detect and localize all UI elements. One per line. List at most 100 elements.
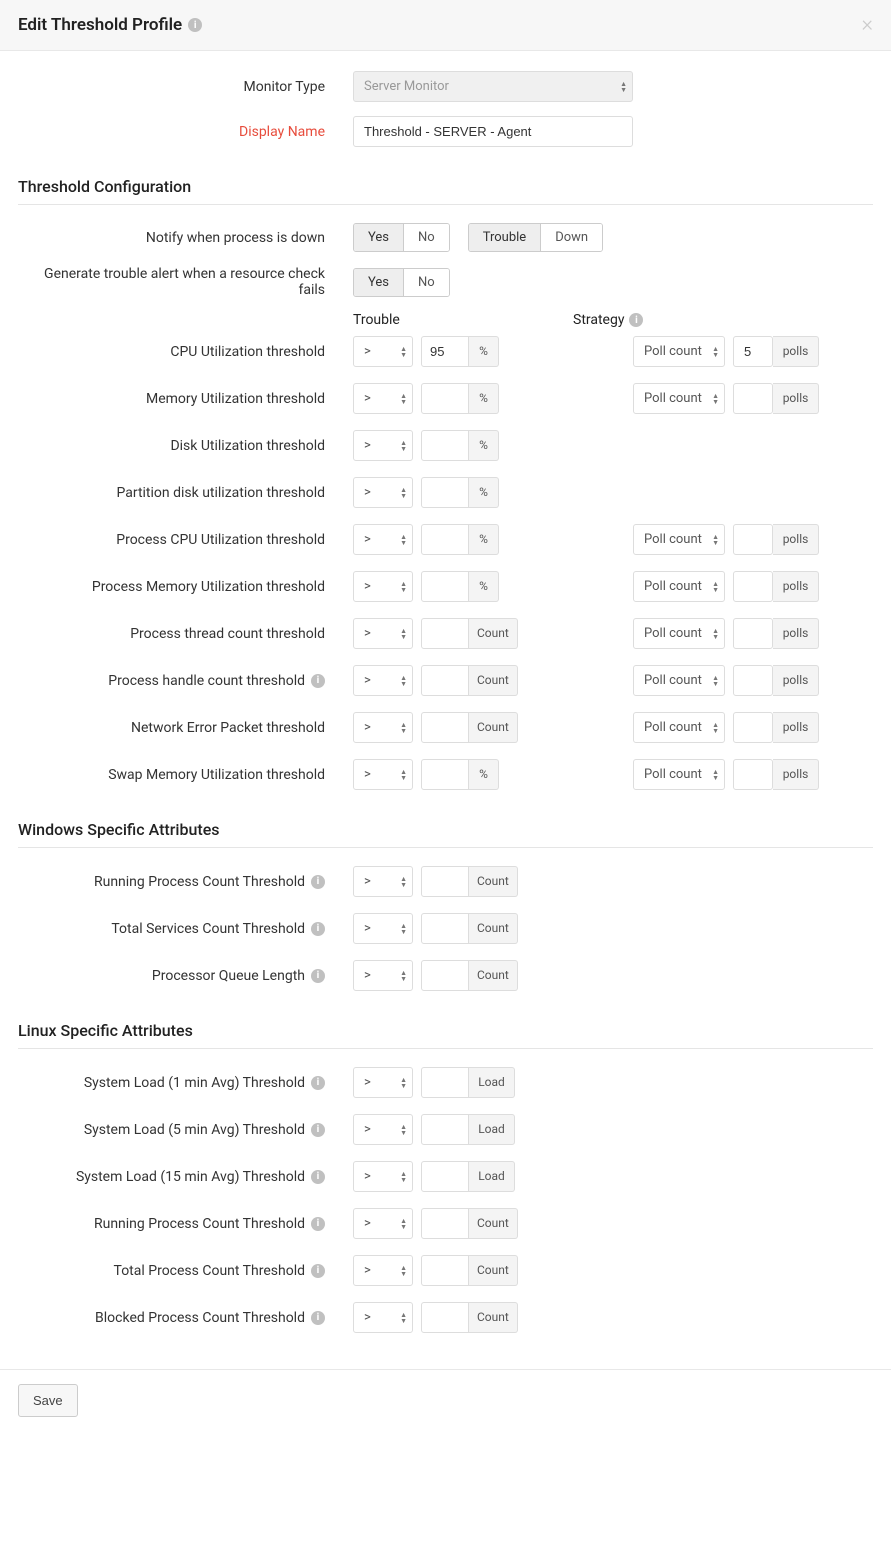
threshold-label-neterr: Network Error Packet threshold	[18, 720, 353, 736]
polls-unit: polls	[773, 383, 819, 414]
op-select-part[interactable]: > ▲▼	[353, 477, 413, 508]
close-icon[interactable]: ×	[861, 14, 873, 36]
threshold-label-pcpu: Process CPU Utilization threshold	[18, 532, 353, 548]
op-select-pcpu[interactable]: > ▲▼	[353, 524, 413, 555]
linux-label-load1: System Load (1 min Avg) Threshold i	[18, 1075, 353, 1091]
strategy-select-swap[interactable]: Poll count ▲▼	[633, 759, 725, 790]
op-select-pthread[interactable]: > ▲▼	[353, 618, 413, 649]
win-op-select-queue[interactable]: > ▲▼	[353, 960, 413, 991]
lin-op-select-blocked[interactable]: > ▲▼	[353, 1302, 413, 1333]
lin-op-select-load1[interactable]: > ▲▼	[353, 1067, 413, 1098]
lin-value-input-load1[interactable]	[421, 1067, 469, 1098]
lin-value-input-blocked[interactable]	[421, 1302, 469, 1333]
info-icon[interactable]: i	[311, 1170, 325, 1184]
lin-value-input-running[interactable]	[421, 1208, 469, 1239]
strategy-select-cpu[interactable]: Poll count ▲▼	[633, 336, 725, 367]
notify-no-button[interactable]: No	[404, 224, 449, 251]
value-input-pthread[interactable]	[421, 618, 469, 649]
unit-part: %	[469, 477, 499, 508]
info-icon[interactable]: i	[311, 1217, 325, 1231]
op-select-pmem[interactable]: > ▲▼	[353, 571, 413, 602]
info-icon[interactable]: i	[629, 313, 643, 327]
op-select-cpu[interactable]: > ▲▼	[353, 336, 413, 367]
windows-row-services: Total Services Count Threshold i > ▲▼ Co…	[18, 913, 873, 944]
op-select-phandle[interactable]: > ▲▼	[353, 665, 413, 696]
value-input-pmem[interactable]	[421, 571, 469, 602]
divider	[18, 847, 873, 848]
trouble-header: Trouble	[353, 312, 573, 328]
threshold-label-disk: Disk Utilization threshold	[18, 438, 353, 454]
display-name-label: Display Name	[18, 124, 353, 140]
op-select-disk[interactable]: > ▲▼	[353, 430, 413, 461]
value-input-part[interactable]	[421, 477, 469, 508]
poll-input-pthread[interactable]	[733, 618, 773, 649]
lin-op-select-total[interactable]: > ▲▼	[353, 1255, 413, 1286]
linux-label-blocked: Blocked Process Count Threshold i	[18, 1310, 353, 1326]
strategy-select-phandle[interactable]: Poll count ▲▼	[633, 665, 725, 696]
windows-label-running: Running Process Count Threshold i	[18, 874, 353, 890]
strategy-header: Strategy i	[573, 312, 643, 328]
win-value-input-queue[interactable]	[421, 960, 469, 991]
lin-unit-load5: Load	[469, 1114, 515, 1145]
win-op-select-running[interactable]: > ▲▼	[353, 866, 413, 897]
unit-pcpu: %	[469, 524, 499, 555]
value-input-cpu[interactable]	[421, 336, 469, 367]
poll-input-swap[interactable]	[733, 759, 773, 790]
lin-op-select-load15[interactable]: > ▲▼	[353, 1161, 413, 1192]
info-icon[interactable]: i	[311, 922, 325, 936]
value-input-pcpu[interactable]	[421, 524, 469, 555]
info-icon[interactable]: i	[311, 1264, 325, 1278]
value-input-mem[interactable]	[421, 383, 469, 414]
value-input-swap[interactable]	[421, 759, 469, 790]
value-input-phandle[interactable]	[421, 665, 469, 696]
poll-input-pmem[interactable]	[733, 571, 773, 602]
linux-row-running: Running Process Count Threshold i > ▲▼ C…	[18, 1208, 873, 1239]
notify-yes-button[interactable]: Yes	[354, 224, 404, 251]
strategy-select-pcpu[interactable]: Poll count ▲▼	[633, 524, 725, 555]
poll-input-phandle[interactable]	[733, 665, 773, 696]
info-icon[interactable]: i	[311, 1123, 325, 1137]
poll-input-neterr[interactable]	[733, 712, 773, 743]
op-select-neterr[interactable]: > ▲▼	[353, 712, 413, 743]
resource-no-button[interactable]: No	[404, 269, 449, 296]
polls-unit: polls	[773, 524, 819, 555]
win-unit-running: Count	[469, 866, 518, 897]
monitor-type-select[interactable]: Server Monitor ▲▼	[353, 71, 633, 102]
lin-value-input-load15[interactable]	[421, 1161, 469, 1192]
lin-value-input-total[interactable]	[421, 1255, 469, 1286]
section-linux: Linux Specific Attributes	[18, 1021, 873, 1040]
strategy-select-neterr[interactable]: Poll count ▲▼	[633, 712, 725, 743]
poll-input-cpu[interactable]	[733, 336, 773, 367]
op-select-swap[interactable]: > ▲▼	[353, 759, 413, 790]
win-value-input-services[interactable]	[421, 913, 469, 944]
lin-op-select-running[interactable]: > ▲▼	[353, 1208, 413, 1239]
lin-unit-blocked: Count	[469, 1302, 518, 1333]
info-icon[interactable]: i	[188, 18, 202, 32]
info-icon[interactable]: i	[311, 674, 325, 688]
op-select-mem[interactable]: > ▲▼	[353, 383, 413, 414]
unit-pmem: %	[469, 571, 499, 602]
strategy-select-pthread[interactable]: Poll count ▲▼	[633, 618, 725, 649]
info-icon[interactable]: i	[311, 969, 325, 983]
notify-down-button[interactable]: Down	[541, 224, 602, 251]
poll-input-pcpu[interactable]	[733, 524, 773, 555]
lin-op-select-load5[interactable]: > ▲▼	[353, 1114, 413, 1145]
info-icon[interactable]: i	[311, 1311, 325, 1325]
value-input-disk[interactable]	[421, 430, 469, 461]
linux-row-load15: System Load (15 min Avg) Threshold i > ▲…	[18, 1161, 873, 1192]
value-input-neterr[interactable]	[421, 712, 469, 743]
lin-value-input-load5[interactable]	[421, 1114, 469, 1145]
notify-trouble-button[interactable]: Trouble	[469, 224, 542, 251]
win-op-select-services[interactable]: > ▲▼	[353, 913, 413, 944]
threshold-row-pcpu: Process CPU Utilization threshold > ▲▼ %…	[18, 524, 873, 555]
strategy-select-mem[interactable]: Poll count ▲▼	[633, 383, 725, 414]
info-icon[interactable]: i	[311, 1076, 325, 1090]
win-unit-queue: Count	[469, 960, 518, 991]
resource-yes-button[interactable]: Yes	[354, 269, 404, 296]
poll-input-mem[interactable]	[733, 383, 773, 414]
info-icon[interactable]: i	[311, 875, 325, 889]
win-value-input-running[interactable]	[421, 866, 469, 897]
strategy-select-pmem[interactable]: Poll count ▲▼	[633, 571, 725, 602]
display-name-input[interactable]	[353, 116, 633, 147]
save-button[interactable]: Save	[18, 1384, 78, 1417]
